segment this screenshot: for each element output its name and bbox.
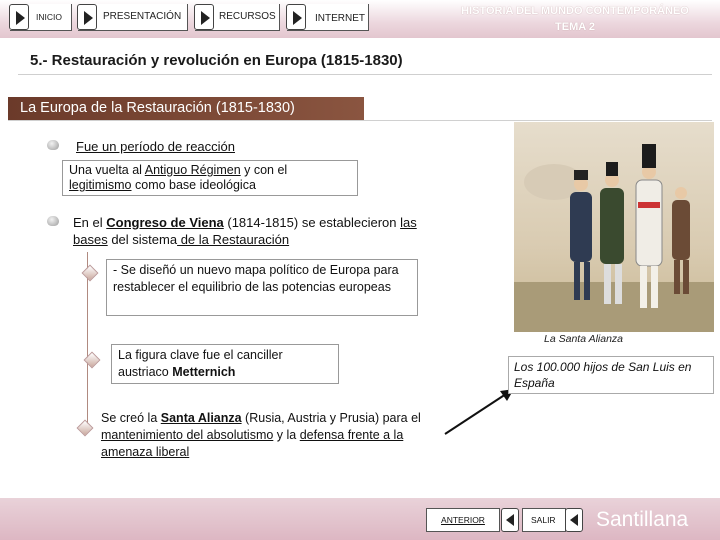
congreso-viena-link: Congreso de Viena <box>106 215 224 230</box>
play-icon <box>286 4 306 30</box>
santa-alianza-painting <box>514 122 714 332</box>
painting-figures <box>514 144 714 332</box>
sub2-box: La figura clave fue el canciller austria… <box>111 344 339 384</box>
santa-alianza-link: Santa Alianza <box>160 411 242 425</box>
sub3-c: (Rusia, Austria y Prusia) para el <box>241 411 421 425</box>
point2-text: En el Congreso de Viena (1814-1815) se e… <box>73 214 453 248</box>
restauracion-link: de la Restauración <box>177 232 290 247</box>
point2-e: del sistema <box>107 232 178 247</box>
nav-presentacion-label: PRESENTACIÓN <box>103 11 182 22</box>
point2-c: (1814-1815) se establecieron <box>223 215 401 230</box>
diamond-bullet-icon <box>81 264 99 282</box>
section-divider <box>18 74 712 75</box>
sub1-box: - Se diseñó un nuevo mapa político de Eu… <box>106 259 418 316</box>
subtitle-ribbon: La Europa de la Restauración (1815-1830) <box>8 97 364 121</box>
course-title-line1: HISTORIA DEL MUNDO CONTEMPORÁNEO <box>461 5 689 17</box>
nav-presentacion-button[interactable]: PRESENTACIÓN <box>77 4 188 31</box>
point1-box-c: y con el <box>240 163 288 177</box>
metternich: Metternich <box>172 365 236 379</box>
nav-internet-label: INTERNET <box>315 13 365 24</box>
back-arrow-icon[interactable] <box>501 508 519 532</box>
point1-box-e: como base ideológica <box>131 178 256 192</box>
point1-box-a: Una vuelta al <box>69 163 145 177</box>
nav-inicio-label: INICIO <box>36 12 62 22</box>
point1-text: Fue un período de reacción <box>76 139 235 154</box>
nav-recursos-button[interactable]: RECURSOS <box>194 4 280 31</box>
point2-a: En el <box>73 215 107 230</box>
course-title: HISTORIA DEL MUNDO CONTEMPORÁNEO TEMA 2 <box>440 3 710 35</box>
salir-button[interactable]: SALIR <box>522 508 566 532</box>
bullet-icon <box>47 216 59 226</box>
play-icon <box>194 4 214 30</box>
sub3-a: Se creó la <box>101 411 161 425</box>
section-title: 5.- Restauración y revolución en Europa … <box>30 52 403 69</box>
anterior-button[interactable]: ANTERIOR <box>426 508 500 532</box>
sub3-text: Se creó la Santa Alianza (Rusia, Austria… <box>101 410 451 461</box>
anterior-label: ANTERIOR <box>441 515 485 525</box>
play-icon <box>9 4 29 30</box>
nav-internet-button[interactable]: INTERNET <box>286 4 369 31</box>
diamond-bullet-icon <box>76 419 94 437</box>
antiguo-regimen-link: Antiguo Régimen <box>144 163 241 177</box>
nav-inicio-button[interactable]: INICIO <box>9 4 72 31</box>
image-caption: La Santa Alianza <box>544 333 624 345</box>
legitimismo-link: legitimismo <box>69 178 132 192</box>
exit-arrow-icon[interactable] <box>565 508 583 532</box>
absolutismo-link: mantenimiento del absolutismo <box>101 428 274 442</box>
brand-logo: Santillana <box>596 508 689 531</box>
ribbon-divider <box>8 120 712 121</box>
nav-recursos-label: RECURSOS <box>219 11 276 22</box>
bullet-icon <box>47 140 59 150</box>
play-icon <box>77 4 97 30</box>
sub3-e: y la <box>273 428 300 442</box>
course-title-line2: TEMA 2 <box>555 21 595 33</box>
point1-box: Una vuelta al Antiguo Régimen y con el l… <box>62 160 358 196</box>
salir-label: SALIR <box>531 515 556 525</box>
caption-box: Los 100.000 hijos de San Luis en España <box>508 356 714 394</box>
